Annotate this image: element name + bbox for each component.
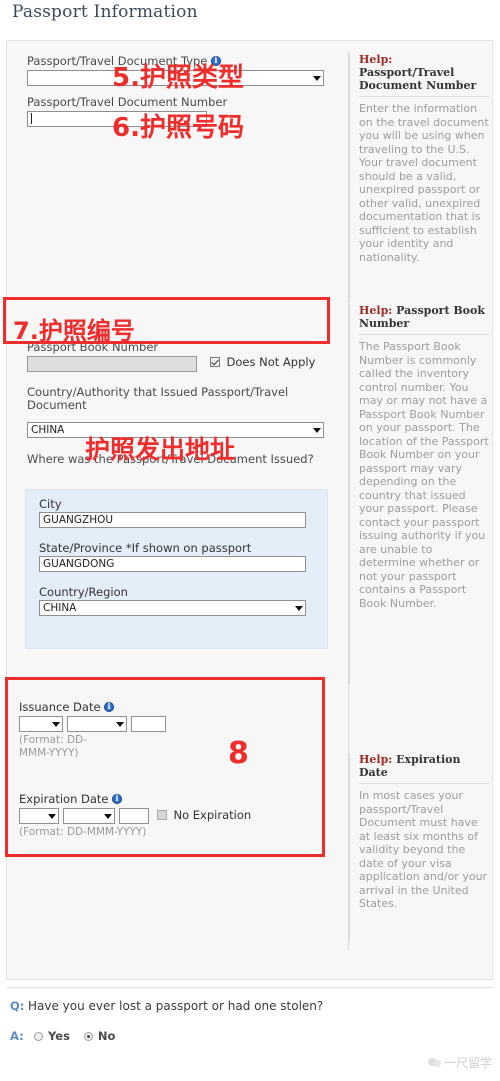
issuing-country-value: CHINA xyxy=(31,424,65,436)
page-title: Passport Information xyxy=(12,2,198,22)
chevron-down-icon xyxy=(104,814,112,819)
doc-number-input[interactable] xyxy=(27,111,207,127)
expiration-date-format-hint: (Format: DD-MMM-YYYY) xyxy=(19,826,147,838)
city-value: GUANGZHOU xyxy=(43,514,114,526)
divider xyxy=(359,334,489,335)
doc-number-label: Passport/Travel Document Number xyxy=(27,95,228,109)
issued-where-label: Where was the Passport/Travel Document I… xyxy=(27,452,314,466)
chevron-down-icon xyxy=(52,722,60,727)
wechat-icon xyxy=(427,1057,442,1068)
help-accent-bar xyxy=(349,753,350,941)
help-accent-bar xyxy=(349,53,350,303)
help-title-doc-number: Help: Passport/Travel Document Number xyxy=(359,53,489,92)
book-number-label: Passport Book Number xyxy=(27,340,159,354)
expiration-date-label: Expiration Date xyxy=(19,792,109,806)
issuance-day-select[interactable] xyxy=(19,716,63,732)
help-block-doc-number: Help: Passport/Travel Document Number En… xyxy=(349,53,489,303)
info-icon[interactable] xyxy=(210,54,221,66)
issuing-country-label: Country/Authority that Issued Passport/T… xyxy=(27,385,289,412)
info-icon[interactable] xyxy=(104,700,115,712)
state-label: State/Province *If shown on passport xyxy=(39,541,252,555)
city-input[interactable]: GUANGZHOU xyxy=(39,512,306,528)
section-divider xyxy=(6,987,493,988)
watermark-text: 一尺留学 xyxy=(443,1056,492,1070)
answer-prefix: A: xyxy=(10,1029,24,1043)
issuance-date-label: Issuance Date xyxy=(19,700,101,714)
radio-yes-dot[interactable] xyxy=(34,1031,43,1041)
passport-information-panel: Passport/Travel Document Type Passport/T… xyxy=(6,40,493,980)
help-body-doc-number: Enter the information on the travel docu… xyxy=(359,102,489,264)
question-prefix: Q: xyxy=(10,999,25,1013)
does-not-apply-label: Does Not Apply xyxy=(226,355,316,369)
issuing-country-select[interactable]: CHINA xyxy=(27,422,324,438)
book-number-input xyxy=(27,356,197,372)
help-body-book-number: The Passport Book Number is commonly cal… xyxy=(359,340,489,610)
expiration-year-input[interactable] xyxy=(119,808,149,824)
question-section: Q: Have you ever lost a passport or had … xyxy=(10,998,490,1044)
help-title-text: Passport/Travel Document Number xyxy=(359,66,477,92)
help-block-expiration-date: Help: Expiration Date In most cases your… xyxy=(349,753,489,941)
chevron-down-icon xyxy=(313,76,321,81)
help-word: Help: xyxy=(359,753,393,766)
country-region-label: Country/Region xyxy=(39,585,128,599)
divider xyxy=(359,96,489,97)
issued-where-group: City GUANGZHOU State/Province *If shown … xyxy=(25,489,328,649)
expiration-month-select[interactable] xyxy=(63,808,115,824)
help-word: Help: xyxy=(359,53,393,66)
help-word: Help: xyxy=(359,304,393,317)
doc-type-select[interactable] xyxy=(27,70,324,86)
divider xyxy=(359,783,489,784)
help-title-expiration-date: Help: Expiration Date xyxy=(359,753,489,779)
issuance-date-format-hint: (Format: DD-MMM-YYYY) xyxy=(19,734,87,759)
country-region-select[interactable]: CHINA xyxy=(39,600,306,616)
info-icon[interactable] xyxy=(112,792,123,804)
help-body-expiration-date: In most cases your passport/Travel Docum… xyxy=(359,789,488,910)
does-not-apply-checkbox[interactable] xyxy=(210,357,220,367)
help-block-book-number: Help: Passport Book Number The Passport … xyxy=(349,304,489,684)
chevron-down-icon xyxy=(313,428,321,433)
radio-no-dot[interactable] xyxy=(83,1031,93,1041)
question-text: Have you ever lost a passport or had one… xyxy=(28,999,324,1013)
chevron-down-icon xyxy=(295,606,303,611)
form-column: Passport/Travel Document Type Passport/T… xyxy=(7,41,347,979)
radio-yes[interactable]: Yes xyxy=(34,1028,70,1044)
city-label: City xyxy=(39,497,62,511)
no-expiration-checkbox[interactable] xyxy=(157,810,167,820)
help-title-book-number: Help: Passport Book Number xyxy=(359,304,489,330)
chevron-down-icon xyxy=(116,722,124,727)
expiration-day-select[interactable] xyxy=(19,808,59,824)
doc-type-label: Passport/Travel Document Type xyxy=(27,54,208,68)
state-input[interactable]: GUANGDONG xyxy=(39,556,306,572)
state-value: GUANGDONG xyxy=(43,558,115,570)
radio-no[interactable]: No xyxy=(83,1028,116,1044)
chevron-down-icon xyxy=(48,814,56,819)
no-expiration-label: No Expiration xyxy=(173,808,252,822)
country-region-value: CHINA xyxy=(43,602,77,614)
watermark: 一尺留学 xyxy=(427,1054,492,1071)
help-accent-bar xyxy=(349,304,350,684)
issuance-year-input[interactable] xyxy=(131,716,166,732)
radio-yes-label: Yes xyxy=(48,1029,70,1043)
issuance-month-select[interactable] xyxy=(67,716,127,732)
radio-no-label: No xyxy=(97,1029,116,1043)
